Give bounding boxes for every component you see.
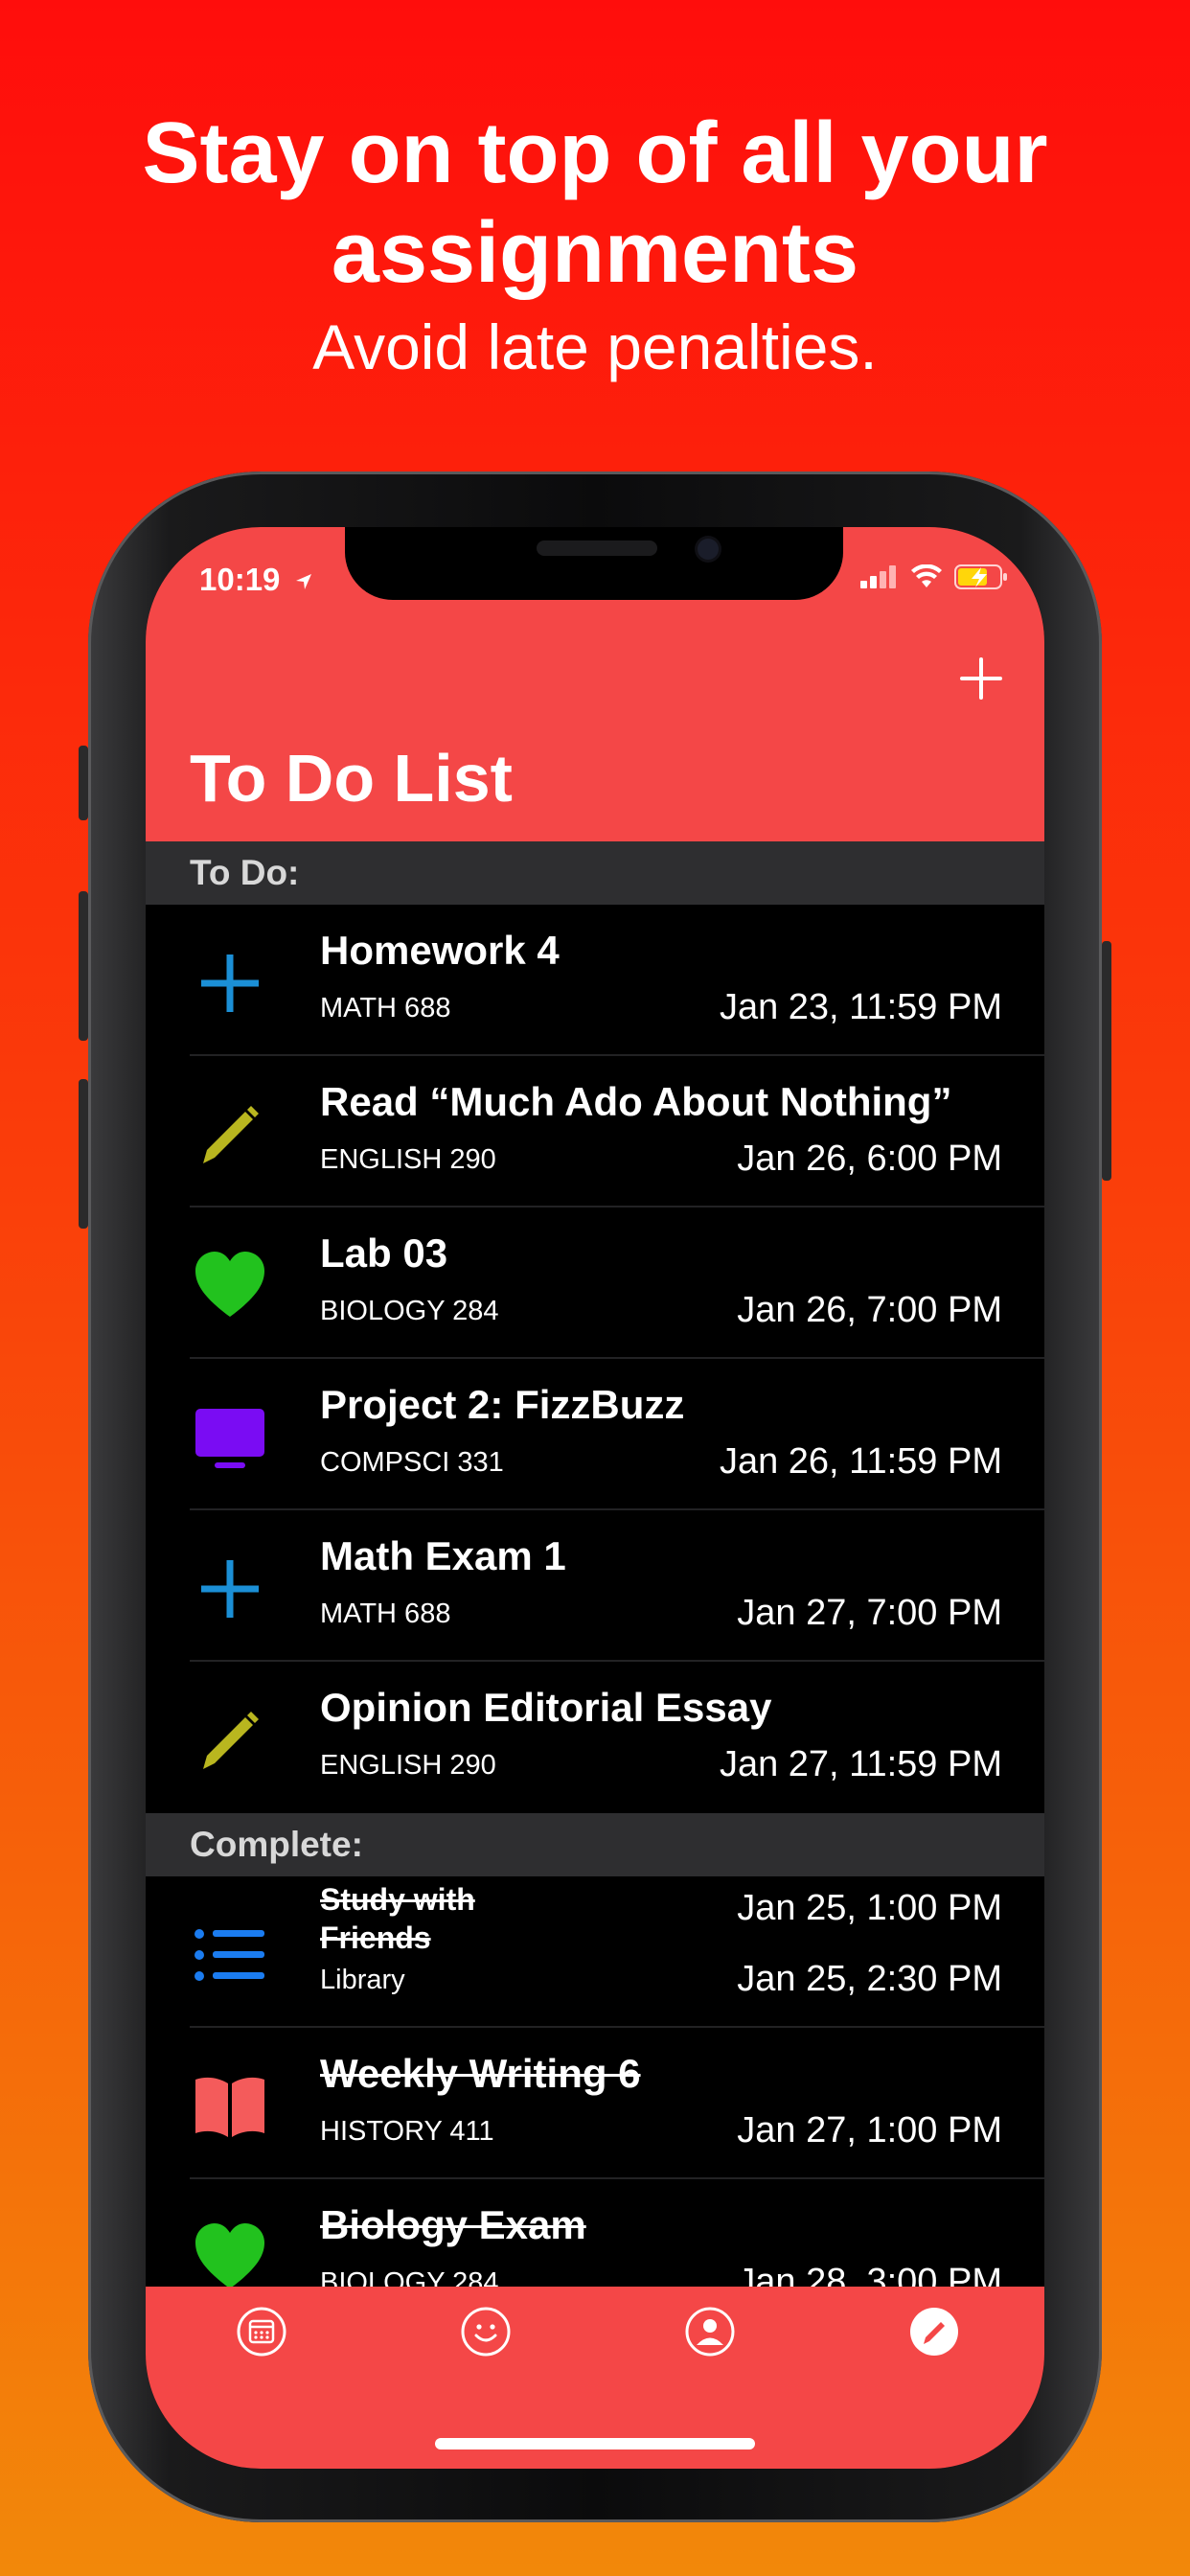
pencil-icon <box>203 1106 259 1163</box>
due-date: Jan 27, 1:00 PM <box>737 2110 1002 2150</box>
front-camera <box>698 539 719 560</box>
heart-icon <box>195 1252 264 1317</box>
due-date: Jan 27, 11:59 PM <box>719 1744 1002 1784</box>
pencil-icon <box>203 1712 259 1769</box>
course-label: ENGLISH 290 <box>320 1144 496 1175</box>
status-time: 10:19 <box>199 562 314 598</box>
assignment-title: Project 2: FizzBuzz <box>320 1382 685 1427</box>
plus-icon <box>201 1560 259 1618</box>
list-item[interactable]: Opinion Editorial Essay ENGLISH 290 Jan … <box>146 1662 1044 1813</box>
list-item[interactable]: Lab 03 BIOLOGY 284 Jan 26, 7:00 PM <box>146 1208 1044 1359</box>
course-label: COMPSCI 331 <box>320 1447 504 1478</box>
add-assignment-button[interactable] <box>960 657 1002 700</box>
assignment-title: Homework 4 <box>320 928 560 973</box>
course-label: ENGLISH 290 <box>320 1750 496 1781</box>
tab-profile[interactable] <box>684 2306 736 2358</box>
list-item[interactable]: Study with Friends Library Jan 25, 1:00 … <box>146 1876 1044 2028</box>
due-date: Jan 26, 11:59 PM <box>719 1441 1002 1482</box>
home-indicator[interactable] <box>435 2438 755 2450</box>
promo-subline: Avoid late penalties. <box>312 311 878 382</box>
list-item[interactable]: Read “Much Ado About Nothing” ENGLISH 29… <box>146 1056 1044 1208</box>
location-arrow-icon <box>295 574 311 590</box>
book-icon <box>195 2077 264 2137</box>
end-date: Jan 25, 2:30 PM <box>737 1959 1002 1999</box>
assignment-title: Lab 03 <box>320 1230 448 1276</box>
due-date: Jan 26, 7:00 PM <box>737 1290 1002 1330</box>
promo-headline: Stay on top of all your assignments <box>142 105 1048 301</box>
assignment-title: Study with Friends <box>320 1882 475 1955</box>
assignment-title: Math Exam 1 <box>320 1533 566 1578</box>
tab-calendar[interactable] <box>236 2306 287 2358</box>
volume-up-button <box>79 891 88 1041</box>
due-date: Jan 23, 11:59 PM <box>719 987 1002 1027</box>
assignment-title: Weekly Writing 6 <box>320 2051 641 2096</box>
assignment-title: Biology Exam <box>320 2202 586 2247</box>
list-item[interactable]: Project 2: FizzBuzz COMPSCI 331 Jan 26, … <box>146 1359 1044 1510</box>
assignment-title: Read “Much Ado About Nothing” <box>320 1079 952 1124</box>
tab-assignments[interactable] <box>908 2306 960 2358</box>
notch <box>345 527 843 600</box>
status-indicators <box>860 564 1010 590</box>
course-label: Library <box>320 1965 405 1995</box>
due-date: Jan 27, 7:00 PM <box>737 1593 1002 1633</box>
section-header-todo: To Do: <box>146 841 1044 905</box>
heart-icon <box>195 2223 264 2288</box>
section-header-complete: Complete: <box>146 1813 1044 1876</box>
list-item[interactable]: Math Exam 1 MATH 688 Jan 27, 7:00 PM <box>146 1510 1044 1662</box>
course-label: HISTORY 411 <box>320 2116 494 2147</box>
status-time-text: 10:19 <box>199 562 281 597</box>
phone-screen: 10:19 To Do List To Do: Homework 4 MATH … <box>146 527 1044 2469</box>
speaker <box>537 540 657 556</box>
course-label: MATH 688 <box>320 1598 451 1629</box>
volume-down-button <box>79 1079 88 1229</box>
mute-switch <box>79 746 88 820</box>
course-label: BIOLOGY 284 <box>320 1296 499 1326</box>
battery-charging-icon <box>954 564 1007 589</box>
page-title: To Do List <box>190 741 513 816</box>
course-label: MATH 688 <box>320 993 451 1024</box>
power-button <box>1102 941 1111 1181</box>
plus-icon <box>201 954 259 1012</box>
list-item[interactable]: Homework 4 MATH 688 Jan 23, 11:59 PM <box>146 905 1044 1056</box>
monitor-icon <box>195 1409 264 1468</box>
due-date: Jan 26, 6:00 PM <box>737 1138 1002 1179</box>
assignment-title: Opinion Editorial Essay <box>320 1685 772 1730</box>
cellular-signal-icon <box>860 565 896 588</box>
start-date: Jan 25, 1:00 PM <box>737 1888 1002 1928</box>
wifi-icon <box>911 564 942 587</box>
list-item[interactable]: Weekly Writing 6 HISTORY 411 Jan 27, 1:0… <box>146 2028 1044 2179</box>
tab-smiley[interactable] <box>460 2306 512 2358</box>
list-icon <box>195 1929 264 1981</box>
